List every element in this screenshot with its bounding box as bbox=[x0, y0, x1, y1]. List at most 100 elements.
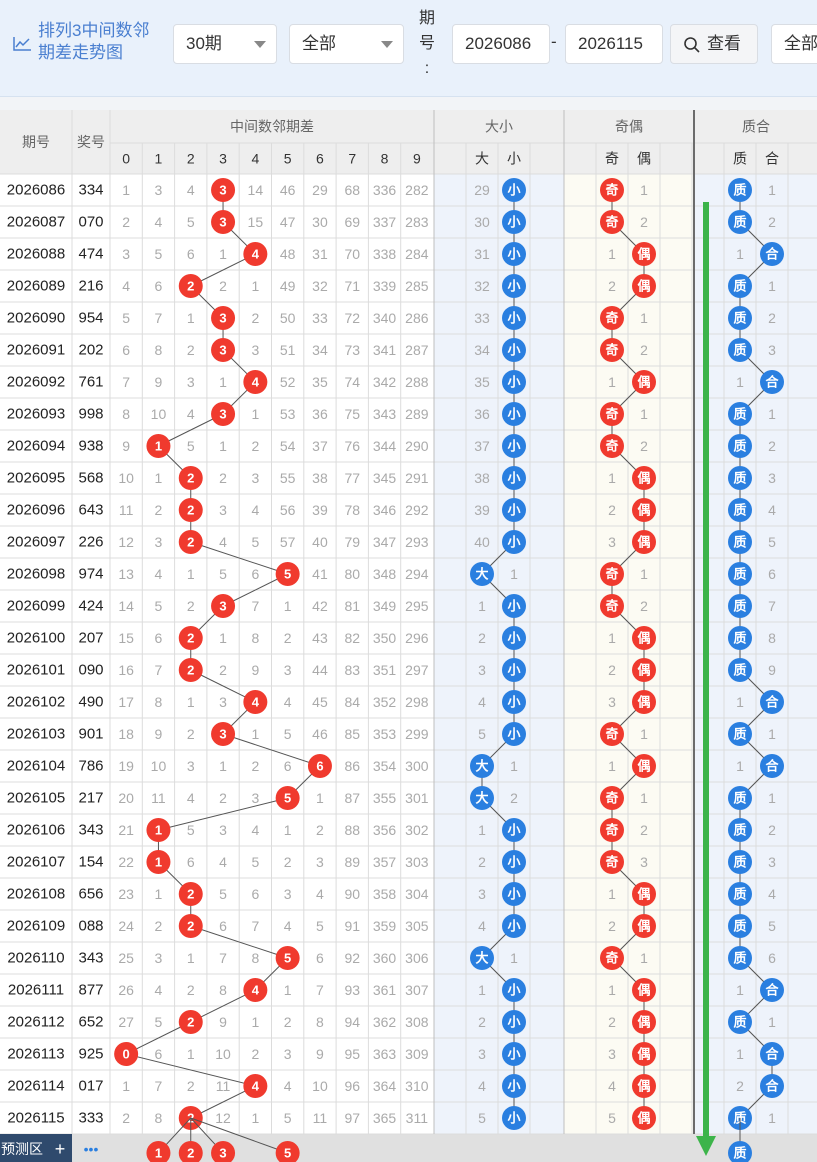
cell-jianghao: 207 bbox=[78, 630, 103, 647]
period-select[interactable]: 30期 bbox=[173, 24, 277, 64]
prediction-row-background bbox=[0, 1134, 817, 1162]
cell-qihao: 2026109 bbox=[7, 918, 65, 935]
cell-jianghao: 202 bbox=[78, 342, 103, 359]
cell-diff: 3 bbox=[219, 502, 227, 518]
cell-diff: 12 bbox=[215, 1110, 231, 1126]
cell-prime-miss: 5 bbox=[768, 534, 776, 550]
cell-diff: 1 bbox=[187, 950, 195, 966]
cell-diff: 53 bbox=[280, 406, 296, 422]
more-icon[interactable]: ••• bbox=[84, 1141, 99, 1157]
cell-parity-miss: 1 bbox=[608, 886, 616, 902]
cell-diff: 84 bbox=[344, 694, 360, 710]
cell-prime-miss: 1 bbox=[736, 982, 744, 998]
cell-diff: 2 bbox=[219, 662, 227, 678]
cell-diff: 5 bbox=[251, 534, 259, 550]
cell-jianghao: 343 bbox=[78, 822, 103, 839]
cell-prime-miss: 2 bbox=[736, 1078, 744, 1094]
cell-diff: 23 bbox=[118, 886, 134, 902]
cell-diff: 10 bbox=[215, 1046, 231, 1062]
cell-diff: 284 bbox=[405, 246, 429, 262]
cell-diff: 46 bbox=[280, 182, 296, 198]
diff-ball-label: 6 bbox=[316, 759, 323, 774]
cell-diff: 73 bbox=[344, 342, 360, 358]
cell-prime-miss: 6 bbox=[768, 566, 776, 582]
prime-ball-label: 质 bbox=[733, 535, 746, 550]
plus-icon[interactable]: + bbox=[55, 1139, 66, 1159]
cell-diff: 6 bbox=[284, 758, 292, 774]
cell-size-miss: 29 bbox=[474, 182, 490, 198]
cell-qihao: 2026099 bbox=[7, 598, 65, 615]
cell-diff: 306 bbox=[405, 950, 429, 966]
cell-parity-miss: 1 bbox=[608, 374, 616, 390]
cell-diff: 74 bbox=[344, 374, 360, 390]
header-digit: 4 bbox=[251, 151, 259, 167]
cell-diff: 2 bbox=[187, 342, 195, 358]
cell-diff: 1 bbox=[251, 1014, 259, 1030]
prime-ball-label: 合 bbox=[765, 983, 779, 998]
parity-ball-label: 偶 bbox=[637, 663, 650, 678]
size-ball-label: 大 bbox=[475, 951, 488, 966]
cell-diff: 3 bbox=[187, 758, 195, 774]
cell-diff: 339 bbox=[373, 278, 397, 294]
cell-size-miss: 31 bbox=[474, 246, 490, 262]
cell-diff: 4 bbox=[155, 566, 163, 582]
cell-parity-miss: 1 bbox=[640, 182, 648, 198]
cell-diff: 359 bbox=[373, 918, 397, 934]
cell-diff: 300 bbox=[405, 758, 429, 774]
cell-prime-miss: 1 bbox=[768, 406, 776, 422]
cell-diff: 290 bbox=[405, 438, 429, 454]
filter-select[interactable]: 全部 bbox=[289, 24, 404, 64]
cell-parity-miss: 2 bbox=[640, 598, 648, 614]
cell-diff: 11 bbox=[313, 1110, 328, 1126]
cell-qihao: 2026105 bbox=[7, 790, 65, 807]
range-start-input[interactable]: 2026086 bbox=[452, 24, 550, 64]
cell-diff: 295 bbox=[405, 598, 429, 614]
cell-qihao: 2026115 bbox=[7, 1110, 64, 1127]
diff-ball-label: 1 bbox=[155, 439, 162, 454]
prime-ball-label: 质 bbox=[733, 343, 746, 358]
prime-ball-label: 质 bbox=[733, 791, 746, 806]
cell-diff: 33 bbox=[312, 310, 328, 326]
cell-diff: 349 bbox=[373, 598, 397, 614]
range-end-input[interactable]: 2026115 bbox=[565, 24, 663, 64]
view-button[interactable]: 查看 bbox=[670, 24, 758, 64]
parity-ball-label: 奇 bbox=[605, 567, 618, 582]
cell-jianghao: 216 bbox=[78, 278, 103, 295]
cell-diff: 348 bbox=[373, 566, 397, 582]
cell-parity-miss: 1 bbox=[608, 470, 616, 486]
cell-diff: 96 bbox=[344, 1078, 360, 1094]
header-size-big: 大 bbox=[475, 151, 489, 167]
cell-diff: 364 bbox=[373, 1078, 397, 1094]
cell-diff: 8 bbox=[155, 1110, 163, 1126]
cell-diff: 7 bbox=[122, 374, 130, 390]
cell-diff: 80 bbox=[344, 566, 360, 582]
parity-ball-label: 奇 bbox=[605, 599, 618, 614]
cell-diff: 15 bbox=[118, 630, 134, 646]
cell-diff: 31 bbox=[312, 246, 328, 262]
cell-diff: 5 bbox=[219, 886, 227, 902]
cell-diff: 13 bbox=[118, 566, 134, 582]
cell-parity-miss: 2 bbox=[640, 438, 648, 454]
size-ball-label: 小 bbox=[507, 727, 520, 742]
size-ball-label: 小 bbox=[507, 695, 520, 710]
prime-ball-label: 质 bbox=[733, 279, 746, 294]
size-ball-label: 小 bbox=[507, 663, 520, 678]
header-digit: 1 bbox=[155, 151, 163, 167]
prediction-ball-label: 3 bbox=[219, 1146, 226, 1161]
cell-qihao: 2026101 bbox=[7, 662, 65, 679]
cell-diff: 341 bbox=[373, 342, 397, 358]
cell-qihao: 2026094 bbox=[7, 438, 65, 455]
cell-diff: 93 bbox=[344, 982, 360, 998]
cell-qihao: 2026095 bbox=[7, 470, 65, 487]
cell-diff: 3 bbox=[155, 950, 163, 966]
cell-diff: 4 bbox=[219, 854, 227, 870]
filter2-select[interactable]: 全部 bbox=[771, 24, 817, 64]
parity-ball-label: 偶 bbox=[637, 247, 650, 262]
cell-diff: 6 bbox=[155, 630, 163, 646]
cell-diff: 81 bbox=[344, 598, 360, 614]
cell-diff: 21 bbox=[118, 822, 134, 838]
cell-diff: 307 bbox=[405, 982, 429, 998]
cell-diff: 4 bbox=[284, 1078, 292, 1094]
cell-diff: 12 bbox=[118, 534, 134, 550]
prime-ball-label: 质 bbox=[733, 471, 746, 486]
